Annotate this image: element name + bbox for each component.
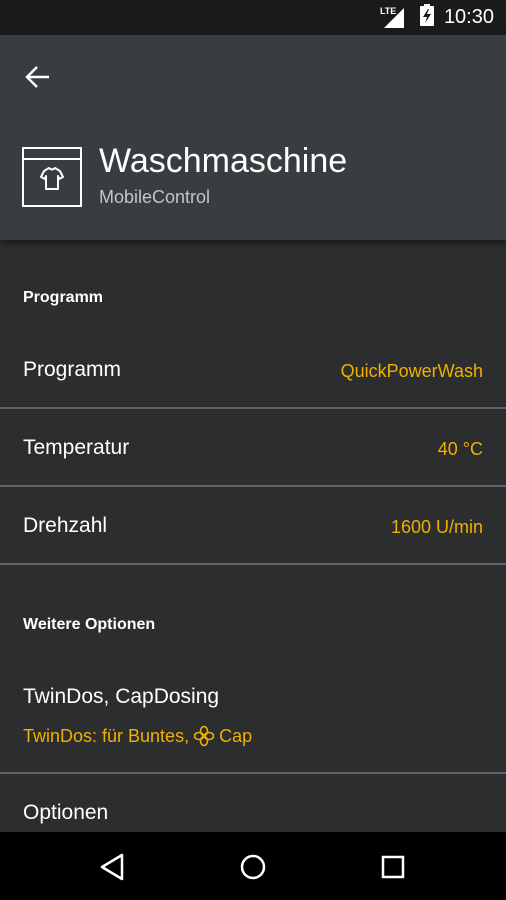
navigation-bar xyxy=(0,832,506,900)
square-recents-icon xyxy=(381,855,405,879)
setting-value: TwinDos: für Buntes, Cap xyxy=(23,725,252,747)
clock: 10:30 xyxy=(443,6,494,28)
circle-home-icon xyxy=(240,854,266,880)
section-heading-programm: Programm xyxy=(23,289,104,306)
setting-row-drehzahl[interactable]: Drehzahl 1600 U/min xyxy=(0,487,506,565)
divider xyxy=(0,563,506,565)
setting-value: 40 °C xyxy=(437,439,483,459)
section-heading-weitere-optionen: Weitere Optionen xyxy=(23,616,156,633)
capdosing-flower-icon xyxy=(193,725,215,747)
triangle-back-icon xyxy=(100,853,124,881)
setting-label: Programm xyxy=(23,358,122,381)
setting-value: QuickPowerWash xyxy=(340,361,483,381)
battery-charging-icon xyxy=(419,4,434,31)
nav-home-button[interactable] xyxy=(238,852,268,882)
setting-row-twindos[interactable]: TwinDos, CapDosing TwinDos: für Buntes, … xyxy=(0,660,506,772)
cap-value: Cap xyxy=(219,725,253,746)
setting-label: Temperatur xyxy=(23,436,130,459)
setting-value: 1600 U/min xyxy=(390,517,483,537)
status-bar: LTE 10:30 xyxy=(0,0,506,35)
setting-row-programm[interactable]: Programm QuickPowerWash xyxy=(0,331,506,409)
page-subtitle: MobileControl xyxy=(99,187,211,207)
setting-label: Optionen xyxy=(23,801,109,824)
nav-recents-button[interactable] xyxy=(378,852,408,882)
back-button[interactable] xyxy=(20,59,56,95)
washing-machine-icon xyxy=(22,147,82,207)
setting-label: TwinDos, CapDosing xyxy=(23,685,220,708)
arrow-back-icon xyxy=(25,66,49,88)
network-type: LTE xyxy=(379,5,397,16)
signal-icon: LTE xyxy=(379,5,404,28)
setting-label: Drehzahl xyxy=(23,514,108,537)
nav-back-button[interactable] xyxy=(98,852,128,882)
app-header: Waschmaschine MobileControl xyxy=(0,35,506,240)
page-title: Waschmaschine xyxy=(99,142,348,180)
setting-row-temperatur[interactable]: Temperatur 40 °C xyxy=(0,409,506,487)
twindos-value: TwinDos: für Buntes, xyxy=(23,725,190,746)
